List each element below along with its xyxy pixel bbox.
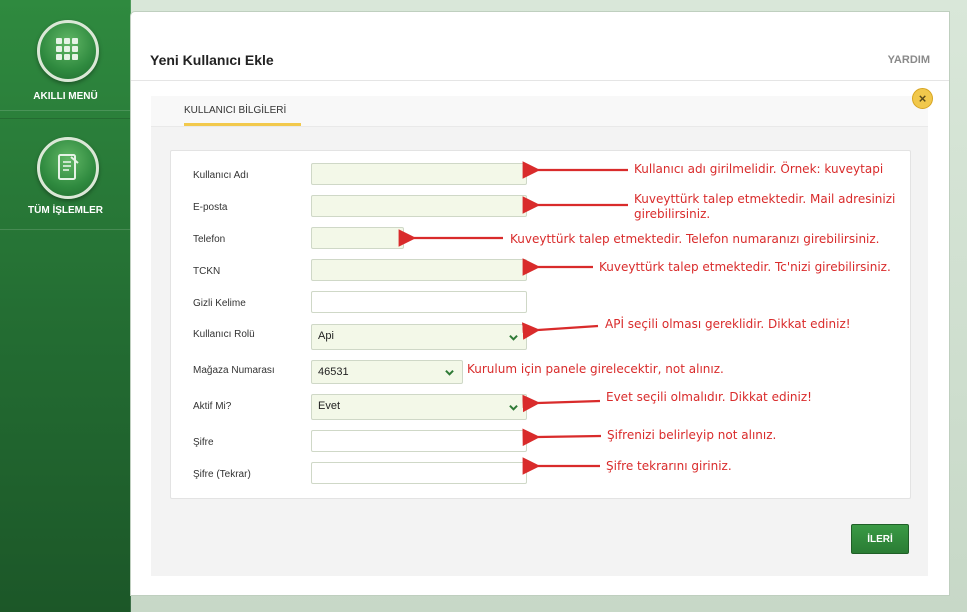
next-button[interactable]: İLERİ — [851, 524, 909, 554]
annotation-username: Kullanıcı adı girilmelidir. Örnek: kuvey… — [634, 162, 884, 176]
annotation-password: Şifrenizi belirleyip not alınız. — [607, 428, 777, 442]
annotation-password-confirm: Şifre tekrarını giriniz. — [606, 459, 732, 473]
annotation-phone: Kuveyttürk talep etmektedir. Telefon num… — [510, 232, 880, 246]
annotation-store: Kurulum için panele girelecektir, not al… — [467, 362, 724, 376]
annotation-email: Kuveyttürk talep etmektedir. Mail adresi… — [634, 192, 896, 221]
annotation-arrows — [398, 161, 628, 475]
annotation-tckn: Kuveyttürk talep etmektedir. Tc'nizi gir… — [599, 260, 891, 274]
annotation-role: APİ seçili olması gereklidir. Dikkat edi… — [605, 317, 851, 331]
annotation-active: Evet seçili olmalıdır. Dikkat ediniz! — [606, 390, 812, 404]
